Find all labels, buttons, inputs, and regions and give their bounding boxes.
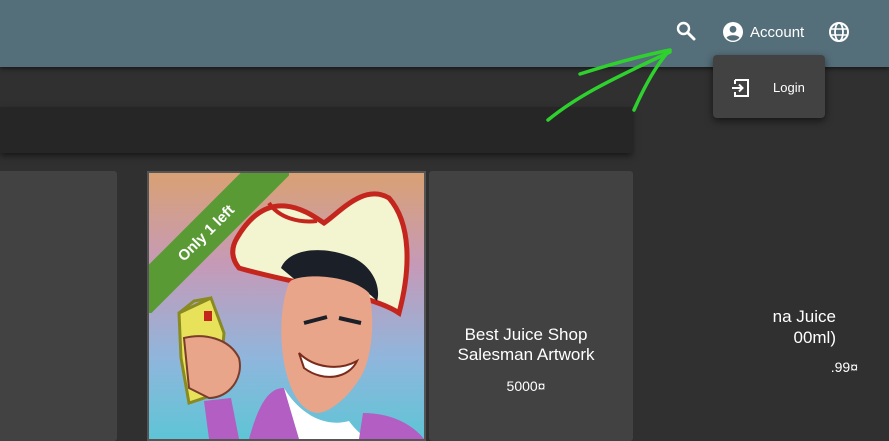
product-name: Best Juice Shop Salesman Artwork — [457, 325, 595, 364]
account-label: Account — [750, 23, 805, 41]
search-icon — [676, 21, 696, 41]
login-label: Login — [773, 80, 805, 95]
login-icon — [732, 79, 749, 97]
language-button[interactable] — [828, 21, 850, 43]
product-image-card[interactable]: Only 1 left — [147, 171, 426, 441]
product-card[interactable] — [429, 171, 633, 441]
page-title-bar — [0, 107, 632, 153]
account-button[interactable]: Account — [722, 21, 804, 43]
stock-ribbon: Only 1 left — [149, 173, 289, 313]
product-price: 5000¤ — [506, 378, 546, 394]
product-card[interactable] — [0, 171, 117, 441]
product-name: na Juice 00ml) — [772, 307, 836, 347]
search-button[interactable] — [674, 19, 698, 43]
ribbon-label: Only 1 left — [149, 173, 289, 313]
globe-icon — [829, 22, 849, 42]
account-menu: Login — [713, 55, 825, 118]
account-circle-icon — [723, 22, 743, 42]
product-price: .99¤ — [830, 359, 858, 375]
menu-item-login[interactable]: Login — [713, 55, 825, 118]
